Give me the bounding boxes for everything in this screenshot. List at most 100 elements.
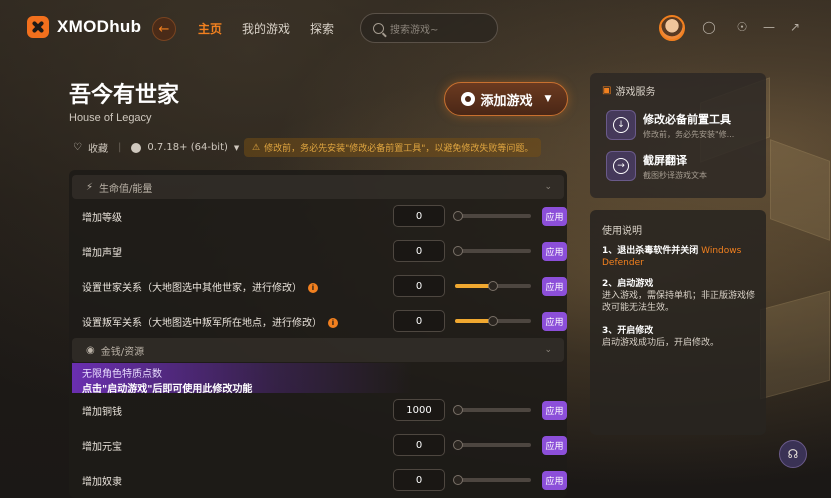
locked-feature-banner[interactable]: 无限角色特质点数 点击"启动游戏"后即可使用此修改功能 xyxy=(72,363,412,395)
favorite-label[interactable]: 收藏 xyxy=(88,140,108,155)
guide-title: 使用说明 xyxy=(602,226,642,237)
steam-icon xyxy=(460,92,475,106)
game-english-title: House of Legacy xyxy=(69,112,152,124)
main-nav: 主页 我的游戏 探索 xyxy=(198,20,334,37)
apply-button[interactable]: 应用 xyxy=(542,241,567,261)
maximize-icon[interactable]: ↗ xyxy=(788,20,802,34)
xmod-logo-icon xyxy=(27,16,49,38)
mod-row: 增加声望 0 应用 xyxy=(82,239,567,263)
arrow-left-icon: ← xyxy=(158,21,170,37)
heart-icon[interactable]: ♡ xyxy=(73,142,82,153)
usage-guide-card: 使用说明 1、退出杀毒软件并关闭 Windows Defender 2、启动游戏… xyxy=(590,210,766,435)
back-button[interactable]: ← xyxy=(152,17,176,41)
promo-hint: 点击"启动游戏"后即可使用此修改功能 xyxy=(82,384,253,395)
section-title: 金钱/资源 xyxy=(100,346,145,358)
apply-button[interactable]: 应用 xyxy=(542,276,567,296)
mod-row: 增加元宝 0 应用 xyxy=(82,433,567,457)
value-input[interactable]: 0 xyxy=(393,275,445,297)
warning-icon: ⚠ xyxy=(252,142,261,153)
warning-text: 修改前，务必先安装"修改必备前置工具"，以避免修改失败等问题。 xyxy=(264,144,534,154)
mod-row: 设置叛军关系（大地图选中叛军所在地点，进行修改） i 0 应用 xyxy=(82,309,567,333)
guide-step-2: 2、启动游戏 进入游戏，需保持单机；非正版游戏修改可能无法生效。 xyxy=(602,279,756,313)
info-icon[interactable]: i xyxy=(328,317,338,328)
apply-button[interactable]: 应用 xyxy=(542,206,567,226)
guide-step-1: 1、退出杀毒软件并关闭 Windows Defender xyxy=(602,246,742,268)
value-slider[interactable] xyxy=(453,211,531,221)
chevron-down-icon[interactable]: ▼ xyxy=(234,144,239,152)
search-placeholder: 搜索游戏~ xyxy=(390,24,439,36)
service-desc: 截图秒译游戏文本 xyxy=(643,170,707,180)
nav-home[interactable]: 主页 xyxy=(198,20,222,37)
mod-label: 增加声望 xyxy=(82,247,122,259)
section-health[interactable]: ⚡ 生命值/能量 ⌄ xyxy=(72,175,564,199)
service-name: 修改必备前置工具 xyxy=(643,112,731,126)
section-money[interactable]: ◉ 金钱/资源 ⌄ xyxy=(72,338,564,362)
value-slider[interactable] xyxy=(455,281,531,291)
app-logo[interactable]: XMODhub xyxy=(27,16,141,38)
nav-explore[interactable]: 探索 xyxy=(310,20,334,37)
background-scene xyxy=(760,290,830,400)
game-services-card: ▣ 游戏服务 ↓ 修改必备前置工具 修改前，务必先安装"修... → 截屏翻译 … xyxy=(590,73,766,198)
mod-label: 增加元宝 xyxy=(82,441,122,453)
coin-icon: ◉ xyxy=(86,344,95,356)
guide-step-3: 3、开启修改 启动游戏成功后，开启修改。 xyxy=(602,326,720,348)
mod-row: 增加铜钱 1000 应用 xyxy=(82,398,567,422)
download-icon: ↓ xyxy=(606,110,636,140)
minimize-icon[interactable]: — xyxy=(762,20,776,34)
nav-my-games[interactable]: 我的游戏 xyxy=(242,20,290,37)
chevron-down-icon: ▼ xyxy=(544,94,552,104)
apply-button[interactable]: 应用 xyxy=(542,311,567,331)
mod-label: 增加等级 xyxy=(82,212,122,224)
search-input[interactable]: 搜索游戏~ xyxy=(360,13,498,43)
value-slider[interactable] xyxy=(453,440,531,450)
page-title: 吾今有世家 xyxy=(69,83,180,108)
mod-row: 增加奴隶 0 应用 xyxy=(82,468,567,492)
value-slider[interactable] xyxy=(453,475,531,485)
value-input[interactable]: 0 xyxy=(393,205,445,227)
value-slider[interactable] xyxy=(455,316,531,326)
service-desc: 修改前，务必先安装"修... xyxy=(643,129,735,139)
mod-panel: ⚡ 生命值/能量 ⌄ 增加等级 0 应用 增加声望 0 应用 设置世家关系（大地… xyxy=(69,170,567,498)
info-icon[interactable]: i xyxy=(308,282,318,293)
apply-button[interactable]: 应用 xyxy=(542,470,567,490)
promo-title: 无限角色特质点数 xyxy=(82,369,162,380)
value-input[interactable]: 0 xyxy=(393,434,445,456)
chevron-down-icon: ⌄ xyxy=(544,345,552,355)
mod-label: 设置世家关系（大地图选中其他世家，进行修改） i xyxy=(82,279,318,294)
chevron-down-icon: ⌄ xyxy=(544,182,552,192)
service-name: 截屏翻译 xyxy=(643,153,687,167)
mod-label: 增加奴隶 xyxy=(82,476,122,488)
value-slider[interactable] xyxy=(453,246,531,256)
service-screenshot-translate[interactable]: → 截屏翻译 截图秒译游戏文本 xyxy=(606,151,707,181)
support-headset-icon[interactable]: ☊ xyxy=(779,440,807,468)
value-input[interactable]: 0 xyxy=(393,310,445,332)
search-icon xyxy=(373,22,384,34)
game-meta: ♡ 收藏 | 0.7.18+ (64-bit) ▼ xyxy=(73,140,240,155)
add-game-button[interactable]: 添加游戏 ▼ xyxy=(444,82,568,116)
services-title: ▣ 游戏服务 xyxy=(602,85,656,98)
brand-name: XMODhub xyxy=(57,17,142,36)
apply-button[interactable]: 应用 xyxy=(542,435,567,455)
value-input[interactable]: 0 xyxy=(393,469,445,491)
service-prereq-tool[interactable]: ↓ 修改必备前置工具 修改前，务必先安装"修... xyxy=(606,110,734,140)
add-game-label: 添加游戏 xyxy=(480,93,533,109)
section-title: 生命值/能量 xyxy=(99,183,153,195)
mod-label: 增加铜钱 xyxy=(82,406,122,418)
value-input[interactable]: 1000 xyxy=(393,399,445,421)
warning-banner: ⚠ 修改前，务必先安装"修改必备前置工具"，以避免修改失败等问题。 xyxy=(244,138,542,157)
value-input[interactable]: 0 xyxy=(393,240,445,262)
settings-icon[interactable]: ☉ xyxy=(735,20,749,34)
mod-row: 设置世家关系（大地图选中其他世家，进行修改） i 0 应用 xyxy=(82,274,567,298)
avatar[interactable] xyxy=(659,15,685,41)
steam-version-icon xyxy=(131,142,142,153)
translate-icon: → xyxy=(606,151,636,181)
notification-icon[interactable]: ◯ xyxy=(702,20,716,34)
box-icon: ▣ xyxy=(602,85,612,96)
mod-label: 设置叛军关系（大地图选中叛军所在地点，进行修改） i xyxy=(82,314,338,329)
version-select[interactable]: 0.7.18+ (64-bit) xyxy=(147,142,228,153)
lightning-icon: ⚡ xyxy=(86,181,94,193)
top-bar: XMODhub ← 主页 我的游戏 探索 搜索游戏~ ◯ ☉ — ↗ xyxy=(0,0,831,58)
mod-row: 增加等级 0 应用 xyxy=(82,204,567,228)
apply-button[interactable]: 应用 xyxy=(542,400,567,420)
value-slider[interactable] xyxy=(453,405,531,415)
